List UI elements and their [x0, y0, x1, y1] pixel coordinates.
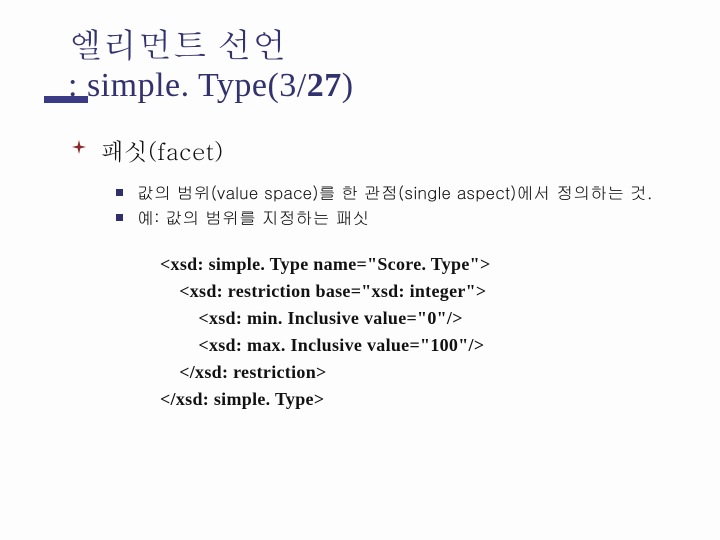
title-line-2-prefix: : simple. Type(3/ — [68, 67, 307, 104]
code-sample: <xsd: simple. Type name="Score. Type"> <… — [72, 251, 680, 413]
square-bullet-icon — [116, 189, 123, 196]
title-line-1: 엘리먼트 선언 — [68, 18, 680, 67]
section-heading: 패싯(facet) — [100, 133, 223, 167]
title-line-2: : simple. Type(3/27) — [68, 67, 680, 105]
title-line-2-suffix: ) — [342, 67, 354, 104]
slide-content: 엘리먼트 선언 : simple. Type(3/27) 패싯(facet) 값… — [0, 0, 720, 413]
slide-title: 엘리먼트 선언 : simple. Type(3/27) — [68, 18, 680, 105]
list-item-text: 예: 값의 범위를 지정하는 패싯 — [137, 206, 369, 229]
square-bullet-icon — [116, 214, 123, 221]
section-heading-row: 패싯(facet) — [72, 133, 680, 167]
list-item-text: 값의 범위(value space)를 한 관점(single aspect)에… — [137, 181, 653, 204]
content-area: 패싯(facet) 값의 범위(value space)를 한 관점(singl… — [68, 133, 680, 413]
star-bullet-icon — [72, 140, 86, 154]
title-line-2-bold: 27 — [307, 67, 342, 104]
title-underline-decoration — [44, 96, 88, 103]
bullet-list: 값의 범위(value space)를 한 관점(single aspect)에… — [72, 181, 680, 229]
list-item: 예: 값의 범위를 지정하는 패싯 — [116, 206, 680, 229]
list-item: 값의 범위(value space)를 한 관점(single aspect)에… — [116, 181, 680, 204]
